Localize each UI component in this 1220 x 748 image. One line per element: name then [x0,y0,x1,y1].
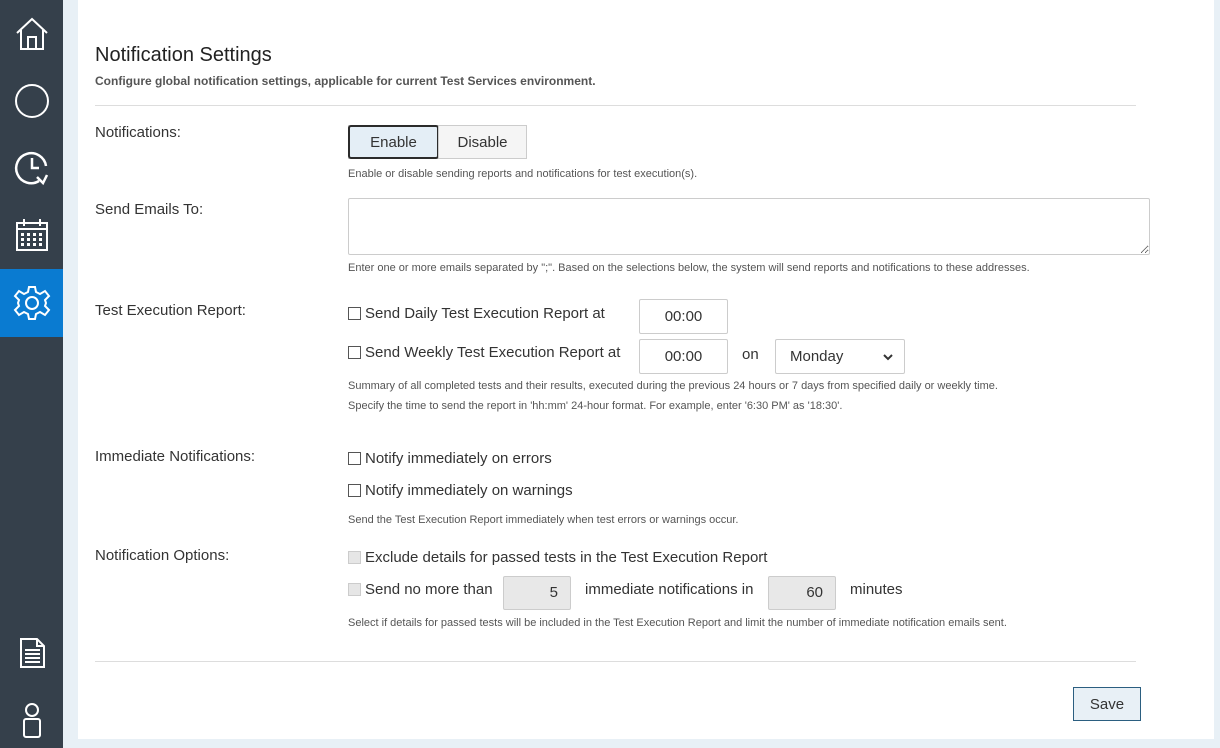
bottom-divider [95,661,1136,662]
immediate-help: Send the Test Execution Report immediate… [348,514,739,526]
warnings-label: Notify immediately on warnings [365,482,573,499]
notifications-toggle: Enable Disable [348,125,527,159]
weekly-report-checkbox[interactable] [348,346,361,359]
home-icon [15,17,48,50]
nav-circle[interactable] [0,67,63,135]
report-label: Test Execution Report: [95,302,246,319]
daily-report-checkbox[interactable] [348,307,361,320]
report-help-format: Specify the time to send the report in '… [348,400,843,412]
limit-prefix: Send no more than [365,581,493,598]
notifications-label: Notifications: [95,124,181,141]
circle-icon [14,84,49,118]
exclude-option: Exclude details for passed tests in the … [348,549,767,566]
limit-suffix-text: minutes [850,581,903,598]
emails-label: Send Emails To: [95,201,204,218]
emails-help: Enter one or more emails separated by ";… [348,262,1030,274]
gear-icon [13,286,50,320]
errors-label: Notify immediately on errors [365,450,552,467]
on-label: on [742,346,759,363]
exclude-label: Exclude details for passed tests in the … [365,549,768,566]
nav-history[interactable] [0,134,63,202]
limit-checkbox[interactable] [348,583,361,596]
weekday-select[interactable]: Monday [775,339,905,374]
limit-middle-text: immediate notifications in [585,581,754,598]
errors-option: Notify immediately on errors [348,450,552,467]
immediate-label: Immediate Notifications: [95,448,256,465]
clock-refresh-icon [14,151,48,186]
options-label: Notification Options: [95,547,230,564]
top-divider [95,105,1136,106]
document-icon [19,638,45,668]
page-title: Notification Settings [95,44,272,66]
sidebar [0,0,63,748]
notifications-help: Enable or disable sending reports and no… [348,168,698,180]
weekly-time-input[interactable]: 00:00 [639,339,728,374]
warnings-option: Notify immediately on warnings [348,482,573,499]
nav-schedule[interactable] [0,201,63,269]
user-icon [22,703,41,738]
save-button[interactable]: Save [1073,687,1141,721]
daily-report-option: Send Daily Test Execution Report at [348,305,605,322]
chevron-down-icon [883,353,893,360]
nav-settings[interactable] [0,269,63,337]
daily-report-label: Send Daily Test Execution Report at [365,305,605,322]
nav-user[interactable] [0,686,63,748]
weekly-report-option: Send Weekly Test Execution Report at [348,344,620,361]
daily-time-input[interactable]: 00:00 [639,299,728,334]
weekday-value: Monday [790,348,844,365]
limit-count-input[interactable]: 5 [503,576,571,610]
limit-minutes-input[interactable]: 60 [768,576,836,610]
calendar-icon [15,219,48,251]
page-subtitle: Configure global notification settings, … [95,74,596,88]
weekly-report-label: Send Weekly Test Execution Report at [365,344,621,361]
errors-checkbox[interactable] [348,452,361,465]
nav-documents[interactable] [0,618,63,686]
settings-panel: Notification Settings Configure global n… [78,0,1214,739]
exclude-checkbox[interactable] [348,551,361,564]
warnings-checkbox[interactable] [348,484,361,497]
emails-textarea[interactable] [348,198,1150,255]
options-help: Select if details for passed tests will … [348,617,1007,629]
nav-home[interactable] [0,0,63,68]
disable-button[interactable]: Disable [438,126,526,158]
enable-button[interactable]: Enable [348,125,439,159]
report-help-summary: Summary of all completed tests and their… [348,380,998,392]
limit-option: Send no more than [348,581,493,598]
